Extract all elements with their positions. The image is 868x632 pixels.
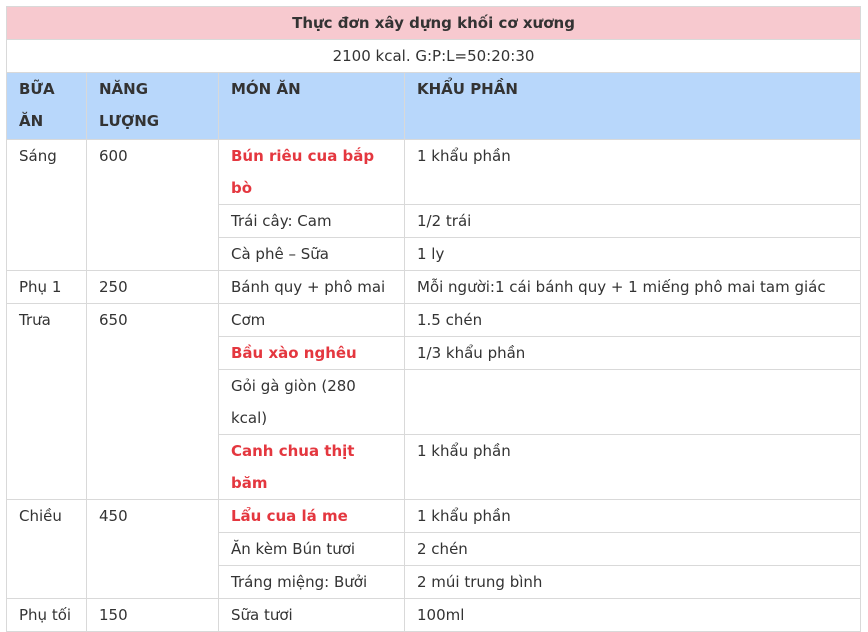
dish-cell: Lẩu cua lá me xyxy=(218,499,405,533)
table-title: Thực đơn xây dựng khối cơ xương xyxy=(5,6,862,40)
meal-name-cell: Sáng xyxy=(6,139,87,271)
meal-energy-cell: 450 xyxy=(86,499,219,599)
header-dish: MÓN ĂN xyxy=(218,72,405,140)
meal-energy-cell: 250 xyxy=(86,270,219,304)
table-row: Chiều 450 Lẩu cua lá me 1 khẩu phần xyxy=(6,499,862,599)
portion-cell: 1/3 khẩu phần xyxy=(403,336,862,370)
table-row: Trưa 650 Cơm 1.5 chén xyxy=(6,303,862,500)
header-meal: BỮA ĂN xyxy=(6,72,87,140)
menu-table: Thực đơn xây dựng khối cơ xương 2100 kca… xyxy=(5,6,862,632)
meal-name-cell: Chiều xyxy=(6,499,87,599)
dish-cell: Canh chua thịt băm xyxy=(218,434,405,500)
dish-cell: Bánh quy + phô mai xyxy=(218,270,405,304)
meal-energy-cell: 150 xyxy=(86,598,219,632)
portion-cell: 2 múi trung bình xyxy=(403,565,862,599)
portion-cell: 1.5 chén xyxy=(403,303,862,337)
dish-cell: Bún riêu cua bắp bò xyxy=(218,139,405,205)
meal-name-cell: Phụ 1 xyxy=(6,270,87,304)
portion-cell: 2 chén xyxy=(403,532,862,566)
portion-cell: 1 khẩu phần xyxy=(403,434,862,500)
dish-cell: Ăn kèm Bún tươi xyxy=(218,532,405,566)
table-row: Phụ tối 150 Sữa tươi 100ml xyxy=(6,598,862,632)
header-portion: KHẨU PHẦN xyxy=(403,72,862,140)
portion-cell: 1/2 trái xyxy=(403,204,862,238)
meal-name-cell: Phụ tối xyxy=(6,598,87,632)
portion-cell xyxy=(403,369,862,435)
portion-cell: Mỗi người:1 cái bánh quy + 1 miếng phô m… xyxy=(403,270,862,304)
dish-cell: Cơm xyxy=(218,303,405,337)
portion-cell: 1 khẩu phần xyxy=(403,499,862,533)
dish-cell: Cà phê – Sữa xyxy=(218,237,405,271)
meal-energy-cell: 600 xyxy=(86,139,219,271)
portion-cell: 100ml xyxy=(403,598,862,632)
table-row: Sáng 600 Bún riêu cua bắp bò 1 khẩu phần xyxy=(6,139,862,271)
portion-cell: 1 ly xyxy=(403,237,862,271)
dish-cell: Bầu xào nghêu xyxy=(218,336,405,370)
table-body: Sáng 600 Bún riêu cua bắp bò 1 khẩu phần Trá… xyxy=(6,139,862,632)
header-energy: NĂNG LƯỢNG xyxy=(86,72,219,140)
table-row: Phụ 1 250 Bánh quy + phô mai Mỗi người:1 cá… xyxy=(6,270,862,304)
dish-cell: Gỏi gà giòn (280 kcal) xyxy=(218,369,405,435)
dish-cell: Sữa tươi xyxy=(218,598,405,632)
table-subtitle: 2100 kcal. G:P:L=50:20:30 xyxy=(5,39,862,73)
dish-cell: Tráng miệng: Bưởi xyxy=(218,565,405,599)
menu-table-container: Thực đơn xây dựng khối cơ xương 2100 kca… xyxy=(5,6,862,632)
dish-cell: Trái cây: Cam xyxy=(218,204,405,238)
meal-name-cell: Trưa xyxy=(6,303,87,500)
meal-energy-cell: 650 xyxy=(86,303,219,500)
portion-cell: 1 khẩu phần xyxy=(403,139,862,205)
